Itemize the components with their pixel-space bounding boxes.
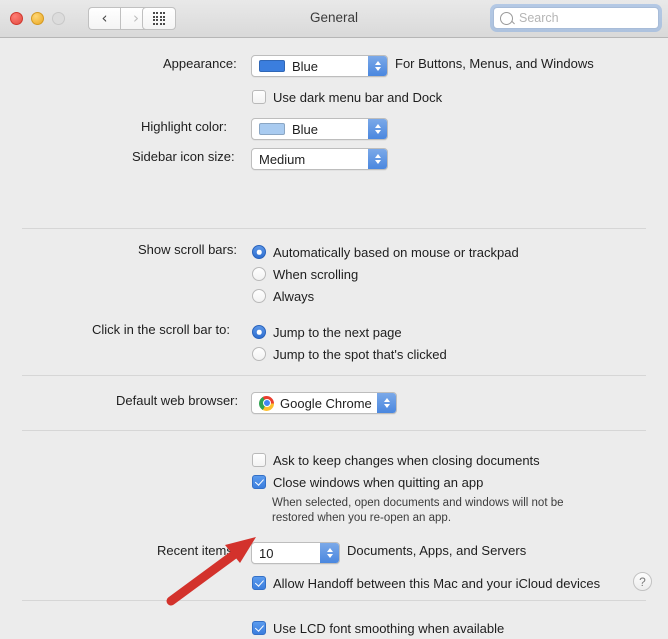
chevron-updown-icon[interactable] [368, 149, 387, 169]
ask-keep-changes-checkbox[interactable] [252, 453, 266, 467]
chrome-logo-icon [259, 395, 274, 411]
lcd-font-smoothing-checkbox[interactable] [252, 621, 266, 635]
sidebar-icon-size-label: Sidebar icon size: [132, 149, 235, 164]
click-scroll-bar-row: Click in the scroll bar to: [92, 322, 230, 337]
dark-menu-bar-checkbox-row[interactable]: Use dark menu bar and Dock [252, 86, 442, 108]
section-divider [22, 228, 646, 229]
radio-label: Jump to the next page [273, 324, 402, 340]
scroll-bars-always-radio[interactable] [252, 289, 266, 303]
lcd-font-smoothing-label: Use LCD font smoothing when available [273, 620, 505, 636]
radio-item[interactable]: Automatically based on mouse or trackpad [252, 241, 519, 263]
dark-menu-bar-label: Use dark menu bar and Dock [273, 89, 443, 105]
default-web-browser-label: Default web browser: [116, 393, 239, 408]
default-web-browser-value: Google Chrome [280, 395, 372, 411]
chevron-updown-icon[interactable] [368, 56, 387, 76]
section-divider [22, 375, 646, 376]
close-windows-label: Close windows when quitting an app [273, 474, 484, 490]
radio-item[interactable]: Always [252, 285, 519, 307]
close-windows-hint-line2: restored when you re-open an app. [272, 512, 452, 524]
handoff-checkbox-row[interactable]: Allow Handoff between this Mac and your … [252, 572, 600, 594]
handoff-checkbox[interactable] [252, 576, 266, 590]
scroll-bars-automatic-radio[interactable] [252, 245, 266, 259]
recent-items-row: Recent items: [157, 543, 236, 558]
click-scroll-bar-label: Click in the scroll bar to: [92, 322, 230, 337]
sidebar-icon-size-row: Sidebar icon size: [132, 149, 235, 164]
jump-to-spot-radio[interactable] [252, 347, 266, 361]
help-button[interactable]: ? [633, 572, 652, 591]
system-preferences-window: ‹ › General Appearance: B [0, 0, 668, 636]
scroll-bars-when-scrolling-radio[interactable] [252, 267, 266, 281]
search-field[interactable] [493, 7, 659, 29]
lcd-font-smoothing-checkbox-row[interactable]: Use LCD font smoothing when available [252, 617, 504, 639]
appearance-trailing-text-row: For Buttons, Menus, and Windows [395, 56, 594, 71]
show-scroll-bars-row: Show scroll bars: [138, 242, 237, 257]
search-input[interactable] [519, 11, 649, 25]
recent-items-trailing-row: Documents, Apps, and Servers [347, 543, 526, 558]
chevron-updown-icon[interactable] [377, 393, 396, 413]
default-web-browser-select[interactable]: Google Chrome [251, 392, 397, 414]
recent-items-value: 10 [259, 545, 274, 561]
radio-label: Jump to the spot that's clicked [273, 346, 447, 362]
highlight-color-label: Highlight color: [141, 119, 227, 134]
appearance-trailing-text: For Buttons, Menus, and Windows [395, 56, 594, 71]
chevron-updown-icon[interactable] [320, 543, 339, 563]
appearance-row: Appearance: [163, 56, 237, 71]
search-icon [500, 11, 513, 25]
section-divider [22, 430, 646, 431]
radio-item[interactable]: Jump to the spot that's clicked [252, 343, 447, 365]
close-windows-checkbox-row[interactable]: Close windows when quitting an app [252, 471, 483, 493]
show-scroll-bars-label: Show scroll bars: [138, 242, 237, 257]
appearance-value: Blue [292, 58, 319, 74]
recent-items-label: Recent items: [157, 543, 237, 558]
sidebar-icon-size-value: Medium [259, 151, 306, 167]
close-windows-hint-line1: When selected, open documents and window… [272, 497, 564, 509]
preferences-content: Appearance: Blue For Buttons, Menus, and… [0, 38, 668, 636]
section-divider [22, 600, 646, 601]
radio-item[interactable]: When scrolling [252, 263, 519, 285]
question-mark-icon: ? [639, 574, 646, 589]
appearance-select[interactable]: Blue [251, 55, 388, 77]
default-web-browser-row: Default web browser: [116, 393, 238, 408]
highlight-color-swatch [259, 123, 285, 135]
radio-item[interactable]: Jump to the next page [252, 321, 447, 343]
appearance-color-swatch [259, 60, 285, 72]
appearance-label: Appearance: [163, 56, 237, 71]
highlight-color-value: Blue [292, 121, 319, 137]
recent-items-trailing-text: Documents, Apps, and Servers [347, 543, 527, 558]
show-scroll-bars-radio-group: Automatically based on mouse or trackpad… [252, 241, 519, 307]
radio-label: Automatically based on mouse or trackpad [273, 244, 519, 260]
click-scroll-bar-radio-group: Jump to the next page Jump to the spot t… [252, 321, 447, 365]
dark-menu-bar-checkbox[interactable] [252, 90, 266, 104]
chevron-updown-icon[interactable] [368, 119, 387, 139]
sidebar-icon-size-select[interactable]: Medium [251, 148, 388, 170]
window-titlebar: ‹ › General [0, 0, 668, 38]
close-windows-hint: When selected, open documents and window… [272, 496, 564, 526]
jump-next-page-radio[interactable] [252, 325, 266, 339]
handoff-label: Allow Handoff between this Mac and your … [273, 575, 601, 591]
ask-keep-changes-checkbox-row[interactable]: Ask to keep changes when closing documen… [252, 449, 540, 471]
ask-keep-changes-label: Ask to keep changes when closing documen… [273, 452, 540, 468]
radio-label: Always [273, 288, 315, 304]
recent-items-select[interactable]: 10 [251, 542, 340, 564]
radio-label: When scrolling [273, 266, 359, 282]
highlight-color-select[interactable]: Blue [251, 118, 388, 140]
close-windows-checkbox[interactable] [252, 475, 266, 489]
highlight-color-row: Highlight color: [141, 119, 227, 134]
